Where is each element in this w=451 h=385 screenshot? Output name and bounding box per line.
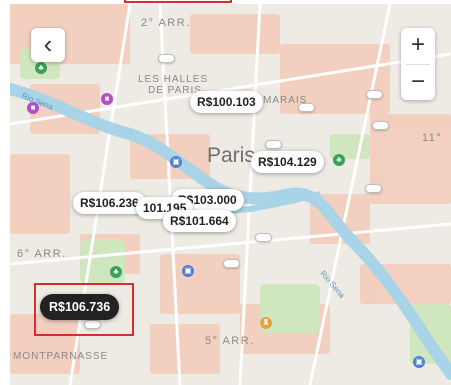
top-selection-outline bbox=[124, 0, 232, 3]
plus-icon: + bbox=[410, 31, 425, 58]
back-button[interactable]: ‹ bbox=[31, 28, 65, 62]
district-label-5-arr: 5° ARR. bbox=[205, 335, 255, 347]
price-pin[interactable]: R$100.103 bbox=[190, 91, 263, 113]
district-label-montparnasse: MONTPARNASSE bbox=[13, 351, 109, 362]
listing-dot-marker[interactable] bbox=[365, 184, 382, 193]
map-view[interactable]: 2° ARR. LES HALLES DE PARIS MARAIS 11° 6… bbox=[10, 4, 451, 385]
park-poi-icon[interactable]: ♣ bbox=[110, 266, 122, 278]
zoom-in-button[interactable]: + bbox=[401, 28, 435, 62]
museum-poi-icon[interactable]: ▣ bbox=[170, 156, 182, 168]
listing-dot-marker[interactable] bbox=[223, 259, 240, 268]
listing-dot-marker[interactable] bbox=[372, 121, 389, 130]
selected-pin-outline bbox=[34, 283, 134, 336]
shopping-poi-icon[interactable]: ■ bbox=[101, 93, 113, 105]
zoom-out-button[interactable]: − bbox=[401, 65, 435, 99]
listing-dot-marker[interactable] bbox=[255, 233, 272, 242]
city-label-paris: Paris bbox=[207, 144, 255, 167]
museum-poi-icon[interactable]: ▣ bbox=[182, 265, 194, 277]
museum-poi-icon[interactable]: ▣ bbox=[413, 356, 425, 368]
listing-dot-marker[interactable] bbox=[298, 103, 315, 112]
district-label-6-arr: 6° ARR. bbox=[17, 248, 67, 260]
listing-dot-marker[interactable] bbox=[366, 90, 383, 99]
district-label-2-arr: 2° ARR. bbox=[141, 17, 191, 29]
chevron-left-icon: ‹ bbox=[43, 28, 53, 59]
park-poi-icon[interactable]: ♣ bbox=[333, 154, 345, 166]
minus-icon: − bbox=[410, 68, 425, 95]
shopping-poi-icon[interactable]: ■ bbox=[27, 102, 39, 114]
district-label-les-halles: LES HALLES bbox=[138, 74, 209, 85]
price-pin[interactable]: R$101.664 bbox=[163, 210, 236, 232]
attraction-poi-icon[interactable]: ♜ bbox=[260, 317, 272, 329]
district-label-11-arr: 11° bbox=[422, 132, 443, 144]
listing-dot-marker[interactable] bbox=[158, 54, 175, 63]
listing-dot-marker[interactable] bbox=[265, 140, 282, 149]
park-poi-icon[interactable]: ♣ bbox=[35, 62, 47, 74]
map-screenshot: 2° ARR. LES HALLES DE PARIS MARAIS 11° 6… bbox=[0, 0, 451, 385]
price-pin[interactable]: R$106.236 bbox=[73, 192, 146, 214]
zoom-controls: + − bbox=[401, 28, 435, 100]
price-pin[interactable]: R$104.129 bbox=[251, 151, 324, 173]
